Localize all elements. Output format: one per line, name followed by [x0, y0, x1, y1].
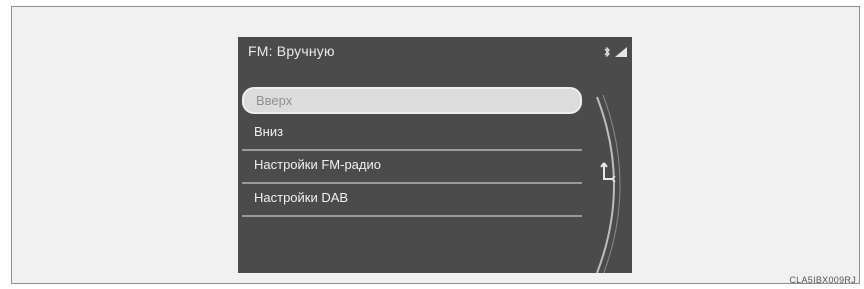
signal-strength-icon	[615, 47, 627, 57]
menu-list: Вверх Вниз Настройки FM-радио Настройки …	[242, 87, 582, 217]
display-screen: FM: Вручную Вверх Вниз Настройки FM-ради…	[238, 37, 632, 273]
bluetooth-icon	[604, 47, 610, 57]
menu-item-dab-settings[interactable]: Настройки DAB	[242, 184, 582, 217]
menu-item-label: Вниз	[254, 124, 284, 139]
back-icon[interactable]	[600, 159, 618, 189]
menu-item-label: Вверх	[256, 93, 293, 108]
figure-caption: CLA5IBX009RJ	[789, 275, 856, 285]
menu-item-fm-settings[interactable]: Настройки FM-радио	[242, 151, 582, 184]
menu-item-label: Настройки FM-радио	[254, 157, 381, 172]
menu-item-label: Настройки DAB	[254, 190, 349, 205]
menu-item-down[interactable]: Вниз	[242, 118, 582, 151]
screen-title: FM: Вручную	[248, 43, 335, 59]
menu-item-up[interactable]: Вверх	[242, 87, 582, 114]
